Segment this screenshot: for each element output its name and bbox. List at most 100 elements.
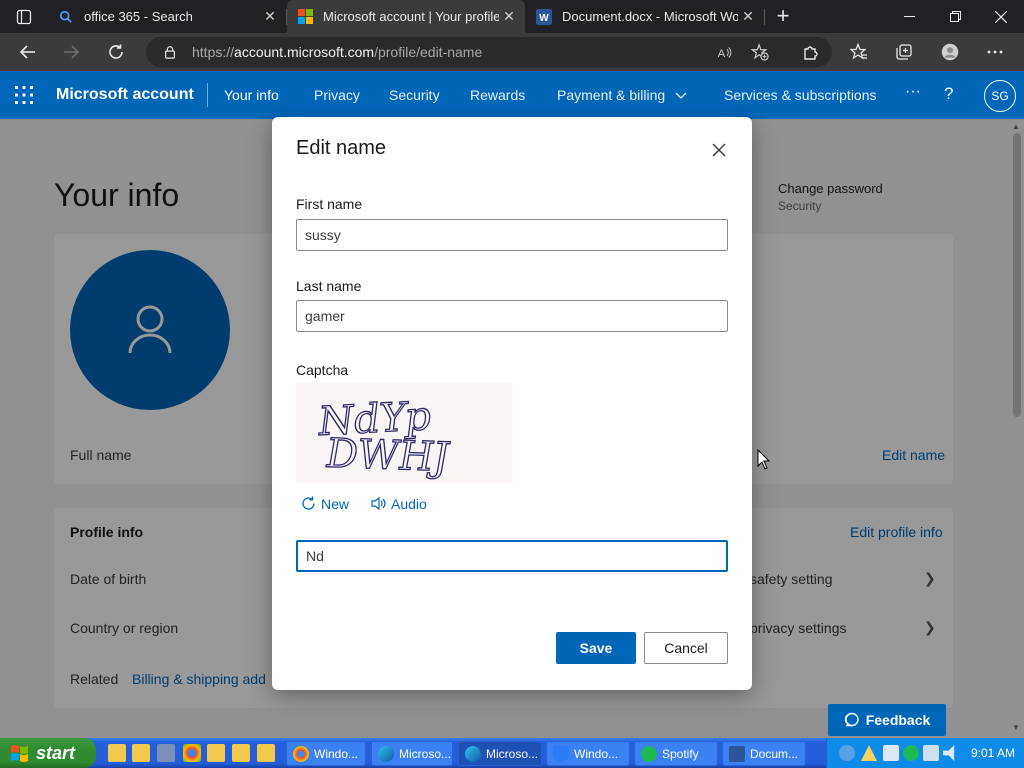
nav-your-info[interactable]: Your info bbox=[224, 87, 279, 103]
account-avatar[interactable]: SG bbox=[984, 80, 1016, 112]
tab-microsoft-account[interactable]: Microsoft account | Your profile ✕ bbox=[287, 0, 525, 33]
captcha-text-line2: DWHJ bbox=[322, 431, 453, 481]
last-name-label: Last name bbox=[296, 278, 362, 294]
taskbar-button-chrome[interactable]: Windo... bbox=[286, 741, 366, 766]
taskbar-button-label: Microso... bbox=[486, 746, 539, 761]
collections-icon[interactable] bbox=[890, 38, 918, 66]
folder-icon[interactable] bbox=[207, 744, 225, 762]
folder-icon[interactable] bbox=[232, 744, 250, 762]
help-icon[interactable]: ? bbox=[944, 84, 953, 104]
nav-services-subscriptions[interactable]: Services & subscriptions bbox=[724, 87, 877, 103]
svg-text:A: A bbox=[717, 47, 725, 59]
extensions-icon[interactable] bbox=[797, 38, 825, 66]
network-globe-icon[interactable] bbox=[839, 745, 855, 761]
folder-icon[interactable] bbox=[108, 744, 126, 762]
nav-more-icon[interactable]: ··· bbox=[905, 83, 921, 101]
taskbar-button-label: Spotify bbox=[662, 746, 699, 761]
refresh-icon[interactable] bbox=[102, 38, 130, 66]
nav-divider bbox=[207, 83, 208, 107]
warning-icon[interactable] bbox=[861, 745, 877, 761]
brand-title[interactable]: Microsoft account bbox=[56, 86, 194, 104]
windows-logo-icon bbox=[11, 745, 28, 762]
system-tray: 9:01 AM bbox=[826, 738, 1024, 768]
nav-rewards[interactable]: Rewards bbox=[470, 87, 525, 103]
add-favorite-icon[interactable] bbox=[750, 42, 770, 62]
new-tab-button[interactable]: + bbox=[771, 5, 795, 29]
tab-title: Document.docx - Microsoft Word bbox=[562, 9, 738, 24]
computer-icon[interactable] bbox=[157, 744, 175, 762]
feedback-button[interactable]: Feedback bbox=[828, 704, 946, 736]
speaker-icon bbox=[371, 496, 386, 511]
chrome-icon[interactable] bbox=[183, 744, 201, 762]
edit-name-dialog: Edit name First name Last name Captcha N… bbox=[272, 117, 752, 690]
feedback-label: Feedback bbox=[865, 712, 931, 728]
taskbar: start Windo... Microso... Microso... Win… bbox=[0, 738, 1024, 768]
address-bar[interactable]: https://account.microsoft.com/profile/ed… bbox=[146, 37, 832, 67]
tab-actions-icon[interactable] bbox=[10, 6, 38, 28]
clock: 9:01 AM bbox=[971, 746, 1016, 760]
close-icon[interactable] bbox=[708, 139, 730, 161]
tab-title: office 365 - Search bbox=[84, 9, 193, 24]
nav-security[interactable]: Security bbox=[389, 87, 440, 103]
lock-icon[interactable] bbox=[162, 44, 178, 60]
cancel-button[interactable]: Cancel bbox=[644, 632, 728, 664]
restore-window-button[interactable] bbox=[932, 0, 978, 33]
close-tab-icon[interactable]: ✕ bbox=[260, 7, 280, 27]
volume-icon[interactable] bbox=[943, 745, 955, 761]
microsoft-logo-icon bbox=[297, 9, 313, 25]
tab-document-docx[interactable]: W Document.docx - Microsoft Word ✕ bbox=[526, 0, 764, 33]
microsoft-account-nav: Microsoft account Your info Privacy Secu… bbox=[0, 71, 1024, 119]
taskbar-button-word[interactable]: Docum... bbox=[722, 741, 806, 766]
first-name-label: First name bbox=[296, 196, 363, 212]
nav-privacy[interactable]: Privacy bbox=[314, 87, 360, 103]
tab-office-search[interactable]: office 365 - Search ✕ bbox=[48, 0, 286, 33]
save-button[interactable]: Save bbox=[556, 632, 636, 664]
minimize-window-button[interactable] bbox=[886, 0, 932, 33]
close-tab-icon[interactable]: ✕ bbox=[499, 7, 519, 27]
audio-captcha-button[interactable]: Audio bbox=[370, 495, 427, 512]
last-name-field[interactable] bbox=[296, 300, 728, 332]
taskbar-button-label: Windo... bbox=[574, 746, 619, 761]
captcha-image: NdYp DWHJ bbox=[296, 383, 512, 483]
first-name-field[interactable] bbox=[296, 219, 728, 251]
edge-icon bbox=[465, 745, 481, 762]
dialog-title: Edit name bbox=[296, 137, 387, 159]
refresh-icon bbox=[302, 496, 315, 510]
profile-avatar-icon[interactable] bbox=[936, 38, 964, 66]
captcha-input[interactable] bbox=[296, 540, 728, 572]
url-text: https://account.microsoft.com/profile/ed… bbox=[192, 44, 483, 60]
forward-arrow-icon[interactable] bbox=[57, 38, 85, 66]
folder-icon[interactable] bbox=[132, 744, 150, 762]
taskbar-button-edge-1[interactable]: Microso... bbox=[371, 741, 453, 766]
read-aloud-icon[interactable]: A bbox=[714, 42, 734, 62]
shield-icon bbox=[553, 745, 569, 762]
taskbar-button-defender[interactable]: Windo... bbox=[546, 741, 630, 766]
taskbar-button-edge-2[interactable]: Microso... bbox=[458, 741, 542, 766]
mouse-cursor-icon bbox=[757, 449, 771, 470]
captcha-label: Captcha bbox=[296, 362, 349, 378]
favorites-icon[interactable] bbox=[845, 38, 873, 66]
search-icon bbox=[58, 9, 74, 25]
taskbar-button-spotify[interactable]: Spotify bbox=[634, 741, 718, 766]
onedrive-icon[interactable] bbox=[883, 745, 899, 761]
nav-payment-billing[interactable]: Payment & billing bbox=[557, 87, 687, 103]
spotify-icon bbox=[641, 745, 657, 762]
browser-tab-strip: office 365 - Search ✕ Microsoft account … bbox=[0, 0, 1024, 33]
new-captcha-button[interactable]: New bbox=[300, 495, 349, 512]
app-launcher-icon[interactable] bbox=[14, 85, 34, 105]
back-arrow-icon[interactable] bbox=[14, 38, 42, 66]
start-button[interactable]: start bbox=[0, 738, 96, 768]
spotify-icon[interactable] bbox=[903, 745, 919, 761]
display-icon[interactable] bbox=[923, 745, 939, 761]
chevron-down-icon bbox=[675, 92, 687, 99]
svg-text:W: W bbox=[539, 13, 549, 24]
browser-toolbar: https://account.microsoft.com/profile/ed… bbox=[0, 33, 1024, 71]
tab-divider bbox=[764, 9, 765, 25]
start-label: start bbox=[36, 742, 76, 763]
close-tab-icon[interactable]: ✕ bbox=[738, 7, 758, 27]
folder-icon[interactable] bbox=[257, 744, 275, 762]
close-window-button[interactable] bbox=[978, 0, 1024, 33]
settings-more-icon[interactable] bbox=[981, 38, 1009, 66]
taskbar-button-label: Docum... bbox=[750, 746, 799, 761]
taskbar-button-label: Microso... bbox=[399, 746, 452, 761]
